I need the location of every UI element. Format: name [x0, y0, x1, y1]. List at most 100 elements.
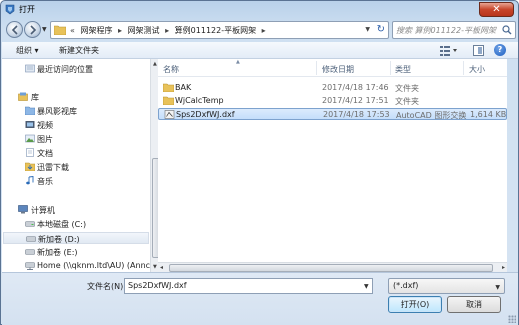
file-type: AutoCAD 图形交换 — [396, 111, 467, 120]
scrollbar-thumb[interactable] — [169, 264, 493, 272]
nav-item-label: 图片 — [37, 135, 53, 144]
scroll-right-arrow-icon[interactable]: ▸ — [502, 264, 505, 271]
dialog-footer: 文件名(N): Sps2DxfWJ.dxf ▼ (*.dxf) ▼ 打开(O) … — [2, 272, 518, 325]
chevron-down-icon: ▼ — [495, 284, 500, 291]
forward-arrow-icon — [30, 25, 37, 35]
scroll-up-arrow-icon[interactable]: ▲ — [153, 61, 157, 67]
breadcrumb-item[interactable]: 算例011122-平板网架 — [175, 26, 256, 35]
file-type: 文件夹 — [395, 84, 419, 93]
title-bar[interactable]: 打开 ✕ — [1, 1, 518, 19]
network-drive-icon — [25, 262, 35, 270]
library-folder-icon — [25, 106, 35, 115]
folder-icon — [163, 83, 174, 92]
cancel-button[interactable]: 取消 — [447, 296, 501, 313]
nav-item-xunlei[interactable]: 迅雷下载 — [2, 161, 150, 173]
refresh-icon[interactable]: ↻ — [377, 24, 385, 35]
nav-item-library[interactable]: 库 — [2, 91, 150, 103]
nav-item-recent-places[interactable]: 最近访问的位置 — [2, 63, 150, 75]
dxf-file-icon — [164, 110, 175, 119]
recent-locations-dropdown[interactable]: ▼ — [42, 26, 47, 33]
sort-arrow-icon: ▲ — [236, 59, 240, 65]
nav-item-music[interactable]: 音乐 — [2, 175, 150, 187]
breadcrumb-separator[interactable]: ▸ — [165, 26, 169, 35]
music-icon — [26, 176, 34, 185]
resize-grip-icon[interactable] — [508, 315, 516, 323]
nav-item-home-network[interactable]: Home (\\qknm.ltd\AU) (Annc — [2, 260, 150, 272]
filename-input[interactable]: Sps2DxfWJ.dxf — [124, 278, 373, 294]
column-name[interactable]: 名称 — [163, 64, 179, 75]
search-icon[interactable] — [502, 25, 512, 35]
nav-item-label: 暴风影视库 — [37, 107, 77, 116]
file-list-horizontal-scrollbar[interactable]: ◂ ▸ — [158, 262, 507, 272]
open-button[interactable]: 打开(O) — [388, 296, 442, 313]
document-icon — [26, 148, 34, 157]
filename-label: 文件名(N): — [87, 282, 126, 291]
nav-item-computer[interactable]: 计算机 — [2, 204, 150, 216]
new-folder-button[interactable]: 新建文件夹 — [59, 45, 99, 56]
forward-button[interactable] — [24, 21, 41, 38]
window-title: 打开 — [19, 5, 35, 14]
help-icon[interactable]: ? — [494, 44, 506, 56]
filetype-select[interactable]: (*.dxf) ▼ — [388, 278, 505, 294]
nav-item-documents[interactable]: 文档 — [2, 147, 150, 159]
address-dropdown[interactable]: ▼ — [365, 26, 370, 33]
nav-item-drive-d[interactable]: 新加卷 (D:) — [3, 232, 149, 244]
file-name: BAK — [175, 83, 192, 92]
search-box[interactable]: 搜索 算例011122-平板网架 — [392, 21, 516, 39]
organize-button[interactable]: 组织 ▾ — [16, 45, 39, 56]
nav-item-label: 新加卷 (E:) — [37, 248, 78, 257]
navigation-pane: 最近访问的位置 库 暴风影视库 视频 图片 文档 迅雷下载 音乐 计算机 本地磁… — [2, 59, 150, 272]
computer-icon — [18, 205, 28, 214]
drive-icon — [26, 236, 36, 242]
search-placeholder: 搜索 算例011122-平板网架 — [396, 26, 496, 35]
scroll-left-arrow-icon[interactable]: ◂ — [160, 264, 163, 271]
nav-item-pictures[interactable]: 图片 — [2, 133, 150, 145]
scroll-down-arrow-icon[interactable]: ▼ — [153, 264, 157, 270]
close-button[interactable]: ✕ — [479, 2, 514, 17]
nav-item-drive-c[interactable]: 本地磁盘 (C:) — [2, 218, 150, 230]
file-list: ▲ 名称 修改日期 类型 大小 BAK 2017/4/18 17:46 文件夹 … — [158, 59, 507, 272]
address-bar[interactable]: « 网架程序 ▸ 网架测试 ▸ 算例011122-平板网架 ▸ ▼ ↻ — [50, 21, 389, 39]
nav-item-label: 最近访问的位置 — [37, 65, 93, 74]
filename-dropdown[interactable]: ▼ — [364, 283, 369, 290]
nav-item-drive-e[interactable]: 新加卷 (E:) — [2, 246, 150, 258]
video-icon — [25, 121, 35, 128]
nav-item-videos[interactable]: 视频 — [2, 119, 150, 131]
nav-item-label: 计算机 — [31, 206, 55, 215]
column-divider[interactable] — [390, 61, 391, 75]
column-divider[interactable] — [463, 61, 464, 75]
file-row[interactable]: WjCalcTemp 2017/4/12 17:51 文件夹 — [158, 95, 507, 107]
file-row-selected[interactable]: Sps2DxfWJ.dxf 2017/4/18 17:53 AutoCAD 图形… — [158, 108, 507, 120]
file-name: Sps2DxfWJ.dxf — [176, 110, 235, 119]
nav-item-label: 迅雷下载 — [37, 163, 69, 172]
file-type: 文件夹 — [395, 97, 419, 106]
command-toolbar: 组织 ▾ 新建文件夹 ? — [2, 42, 518, 59]
nav-item-label: 文档 — [37, 149, 53, 158]
nav-item-label: 本地磁盘 (C:) — [37, 220, 87, 229]
preview-pane-icon[interactable] — [473, 45, 484, 56]
file-date: 2017/4/18 17:53 — [323, 110, 390, 119]
folder-icon — [54, 25, 66, 35]
breadcrumb-separator[interactable]: ▸ — [262, 26, 266, 35]
recent-places-icon — [25, 64, 35, 73]
column-size[interactable]: 大小 — [469, 64, 485, 75]
column-date[interactable]: 修改日期 — [322, 64, 354, 75]
folder-icon — [163, 96, 174, 105]
close-icon: ✕ — [492, 4, 501, 15]
column-header-row: ▲ 名称 修改日期 类型 大小 — [158, 59, 507, 77]
picture-icon — [25, 134, 35, 143]
filetype-value: (*.dxf) — [393, 281, 419, 290]
breadcrumb-item[interactable]: 网架程序 — [80, 26, 112, 35]
column-type[interactable]: 类型 — [395, 64, 411, 75]
back-button[interactable] — [6, 21, 23, 38]
column-divider[interactable] — [316, 61, 317, 75]
breadcrumb-separator[interactable]: ▸ — [118, 26, 122, 35]
breadcrumb: « 网架程序 ▸ 网架测试 ▸ 算例011122-平板网架 ▸ — [70, 25, 269, 36]
views-icon[interactable] — [439, 45, 459, 56]
nav-item-baofeng[interactable]: 暴风影视库 — [2, 105, 150, 117]
drive-icon — [25, 249, 35, 255]
navigation-bar: ▼ « 网架程序 ▸ 网架测试 ▸ 算例011122-平板网架 ▸ ▼ ↻ 搜索… — [3, 19, 517, 41]
file-row[interactable]: BAK 2017/4/18 17:46 文件夹 — [158, 82, 507, 94]
breadcrumb-overflow[interactable]: « — [70, 26, 75, 35]
breadcrumb-item[interactable]: 网架测试 — [128, 26, 160, 35]
